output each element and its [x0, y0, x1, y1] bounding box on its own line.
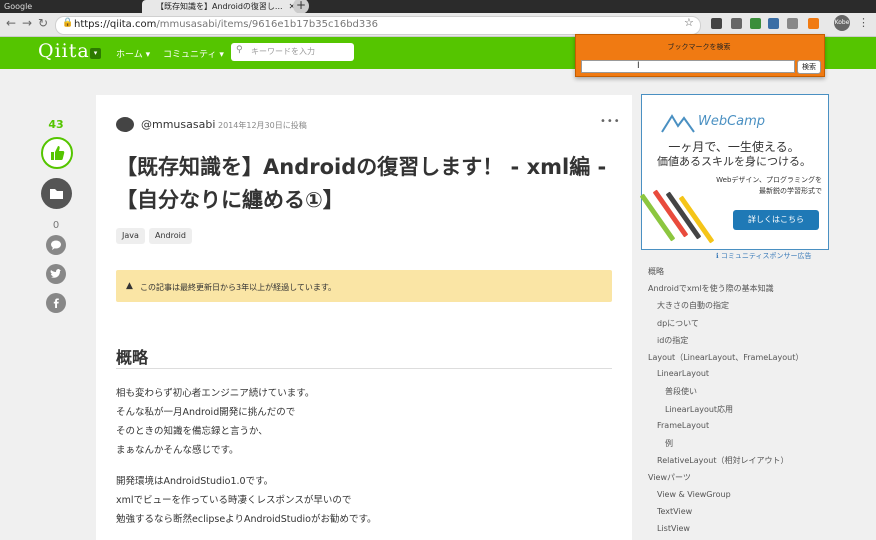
extension-icon[interactable]: [731, 18, 742, 29]
tag-java[interactable]: Java: [116, 228, 145, 244]
ad-text: Webデザイン、プログラミングを: [716, 176, 822, 184]
toc-item[interactable]: Layout（LinearLayout、FrameLayout）: [648, 352, 803, 363]
info-icon: ℹ: [716, 252, 719, 260]
paragraph: 開発環境はAndroidStudio1.0です。 xmlでビューを作っている時凄…: [116, 476, 377, 525]
twitter-icon: [50, 269, 61, 278]
extension-icon[interactable]: [787, 18, 798, 29]
like-count: 43: [48, 118, 64, 131]
comment-icon: [51, 240, 61, 250]
toc-item[interactable]: 普段使い: [665, 386, 697, 397]
tab-label: Google: [4, 2, 33, 11]
extension-icon[interactable]: [711, 18, 722, 29]
avatar[interactable]: [116, 117, 134, 132]
qiita-logo[interactable]: Qiita: [38, 40, 90, 62]
twitter-share-button[interactable]: [46, 264, 66, 284]
folder-icon: [50, 189, 63, 199]
back-icon[interactable]: ←: [6, 16, 16, 30]
forward-icon[interactable]: →: [22, 16, 32, 30]
chevron-down-icon[interactable]: ▾: [90, 48, 101, 59]
ad-details-button[interactable]: 詳しくはこちら: [733, 210, 819, 230]
lock-icon: 🔒: [62, 18, 74, 28]
ad-subheadline: 価値あるスキルを身につける。: [657, 155, 811, 168]
post-date: 2014年12月30日に投稿: [218, 121, 307, 130]
toc-item[interactable]: RelativeLayout（相対レイアウト）: [657, 455, 788, 466]
more-options-icon[interactable]: •••: [600, 116, 621, 127]
toc-item[interactable]: LinearLayout応用: [665, 404, 733, 415]
facebook-share-button[interactable]: [46, 293, 66, 313]
nav-community[interactable]: コミュニティ ▾: [163, 47, 224, 60]
author-username[interactable]: @mmusasabi: [141, 118, 215, 131]
paragraph: 相も変わらず初心者エンジニア続けています。 そんな私が一月Android開発に挑…: [116, 388, 315, 456]
stock-button[interactable]: [41, 178, 72, 209]
toc-item[interactable]: idの指定: [657, 335, 688, 346]
nav-home[interactable]: ホーム ▾: [116, 47, 150, 60]
url-text: https://qiita.com/mmusasabi/items/9616e1…: [74, 19, 378, 30]
toc-item[interactable]: Androidでxmlを使う際の基本知識: [648, 283, 774, 294]
toc-item[interactable]: Viewパーツ: [648, 472, 691, 483]
search-placeholder: キーワードを入力: [251, 47, 315, 56]
star-icon[interactable]: ☆: [684, 16, 694, 29]
menu-icon[interactable]: ⋮: [858, 16, 869, 29]
ad-text: 最新鋭の学習形式で: [759, 187, 822, 195]
like-button[interactable]: [41, 137, 73, 169]
tag-android[interactable]: Android: [149, 228, 192, 244]
ad-brand: WebCamp: [698, 114, 766, 129]
tab-label: 【既存知識を】Androidの復習し...: [156, 2, 283, 11]
alert-text: この記事は最終更新日から3年以上が経過しています。: [140, 283, 337, 292]
toc-item[interactable]: TextView: [657, 507, 692, 516]
profile-avatar[interactable]: Kobe: [834, 15, 850, 31]
thumbs-up-icon: [51, 146, 65, 160]
toc-item[interactable]: ListView: [657, 524, 690, 533]
toc-item[interactable]: 例: [665, 438, 673, 449]
text-cursor-icon: I: [637, 61, 640, 71]
extension-icon[interactable]: [768, 18, 779, 29]
warning-icon: ▲: [126, 281, 133, 291]
toc-item[interactable]: View & ViewGroup: [657, 490, 731, 499]
toc-item[interactable]: 大きさの自動の指定: [657, 300, 729, 311]
stock-count: 0: [52, 220, 60, 231]
tab-qiita-article[interactable]: 【既存知識を】Androidの復習し... ✕: [142, 0, 301, 13]
toc-item[interactable]: 概略: [648, 266, 664, 277]
bookmark-popup-title: ブックマークを検索: [667, 43, 731, 51]
bookmark-search-input[interactable]: [581, 60, 795, 73]
bookmark-search-extension-icon[interactable]: [808, 18, 819, 29]
sponsor-note[interactable]: ℹ コミュニティスポンサー広告: [716, 251, 812, 261]
section-heading: 概略: [116, 348, 149, 367]
toc-item[interactable]: dpについて: [657, 318, 699, 329]
reload-icon[interactable]: ↻: [38, 16, 48, 30]
facebook-icon: [53, 298, 59, 308]
tab-google[interactable]: Google: [0, 0, 134, 13]
article-title: 【既存知識を】Androidの復習します！ - xml編 -【自分なりに纏める①…: [116, 155, 607, 212]
toc-item[interactable]: FrameLayout: [657, 421, 709, 430]
search-icon: ⚲: [236, 45, 243, 55]
heading-divider: [116, 368, 612, 369]
webcamp-logo-icon: [661, 114, 695, 133]
toc-item[interactable]: LinearLayout: [657, 369, 709, 378]
comment-button[interactable]: [46, 235, 66, 255]
extension-icon[interactable]: [750, 18, 761, 29]
bookmark-search-button[interactable]: 検索: [797, 60, 821, 74]
